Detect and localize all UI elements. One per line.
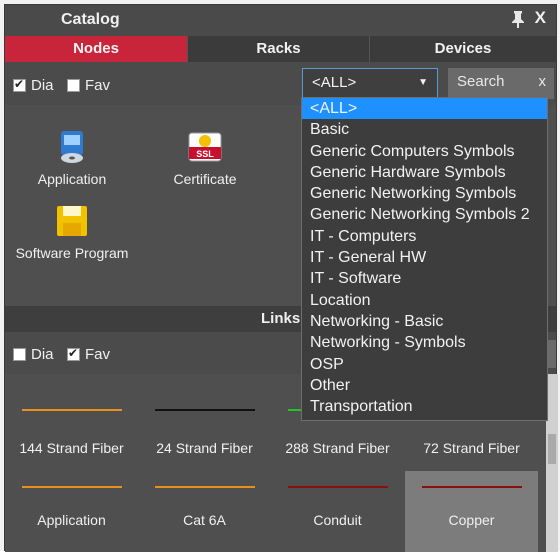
link-label: Copper	[448, 512, 495, 528]
pin-icon[interactable]	[510, 10, 526, 28]
link-label: 144 Strand Fiber	[19, 440, 124, 456]
tab-racks[interactable]: Racks	[188, 36, 370, 62]
dropdown-option[interactable]: Networking - Basic	[302, 311, 547, 332]
link-item-selected[interactable]: Copper	[405, 471, 538, 552]
link-line	[154, 486, 255, 488]
links-fav-checkbox-box[interactable]	[67, 346, 80, 361]
fav-checkbox-box[interactable]	[67, 79, 80, 92]
dropdown-option[interactable]: Generic Networking Symbols 2	[302, 204, 547, 225]
dropdown-option[interactable]: Location	[302, 290, 547, 311]
ssl-certificate-icon: SSL	[187, 129, 223, 165]
link-line	[21, 486, 122, 488]
link-label: 288 Strand Fiber	[285, 440, 390, 456]
dia-checkbox-box[interactable]	[13, 77, 26, 92]
dropdown-option[interactable]: Transportation	[302, 396, 547, 417]
dropdown-option[interactable]: IT - Computers	[302, 226, 547, 247]
category-select[interactable]: <ALL> ▼	[302, 68, 438, 99]
link-item[interactable]: Conduit	[271, 471, 404, 552]
node-label: Software Program	[15, 245, 129, 261]
node-item-certificate[interactable]: SSL Certificate	[145, 129, 265, 187]
link-item[interactable]: 144 Strand Fiber	[5, 374, 138, 469]
scrollbar-thumb[interactable]	[548, 434, 556, 464]
link-line	[421, 486, 522, 488]
node-label: Application	[37, 171, 107, 187]
link-label: 72 Strand Fiber	[423, 440, 520, 456]
link-line	[21, 409, 122, 411]
category-select-value: <ALL>	[312, 74, 357, 91]
dropdown-option[interactable]: IT - General HW	[302, 247, 547, 268]
links-fav-label: Fav	[85, 346, 111, 363]
dropdown-option[interactable]: Generic Computers Symbols	[302, 141, 547, 162]
node-label: Certificate	[173, 171, 237, 187]
node-item-software-program[interactable]: Software Program	[12, 203, 132, 261]
titlebar: Catalog X	[5, 5, 556, 36]
close-icon[interactable]: X	[535, 8, 546, 28]
category-dropdown-list: <ALL> Basic Generic Computers Symbols Ge…	[301, 97, 548, 421]
dropdown-option[interactable]: Basic	[302, 119, 547, 140]
dropdown-option[interactable]: Networking - Symbols	[302, 332, 547, 353]
search-input[interactable]: Search x	[448, 68, 554, 99]
dropdown-option[interactable]: Other	[302, 375, 547, 396]
link-item[interactable]: Cat 6A	[138, 471, 271, 552]
dropdown-option[interactable]: <ALL>	[302, 98, 547, 120]
floppy-disk-icon	[54, 203, 90, 239]
dropdown-option[interactable]: IT - Software	[302, 268, 547, 289]
tab-devices[interactable]: Devices	[370, 36, 556, 62]
search-placeholder: Search	[457, 73, 505, 90]
node-item-application[interactable]: Application	[12, 129, 132, 187]
link-item[interactable]: Application	[5, 471, 138, 552]
svg-text:SSL: SSL	[196, 149, 214, 159]
link-label: Cat 6A	[183, 512, 226, 528]
dropdown-option[interactable]: OSP	[302, 354, 547, 375]
link-line	[287, 486, 388, 488]
link-line	[154, 409, 255, 411]
dia-checkbox[interactable]: Dia	[13, 77, 54, 94]
links-dia-label: Dia	[31, 346, 54, 363]
fav-checkbox[interactable]: Fav	[67, 77, 110, 94]
dropdown-option[interactable]: Generic Networking Symbols	[302, 183, 547, 204]
dia-label: Dia	[31, 77, 54, 94]
links-dia-checkbox-box[interactable]	[13, 348, 26, 361]
links-dia-checkbox[interactable]: Dia	[13, 346, 54, 363]
tab-nodes[interactable]: Nodes	[5, 36, 188, 62]
tab-bar: Nodes Racks Devices	[5, 36, 556, 62]
application-icon	[54, 129, 90, 165]
dropdown-option[interactable]: Generic Hardware Symbols	[302, 162, 547, 183]
fav-label: Fav	[85, 77, 111, 94]
link-label: 24 Strand Fiber	[156, 440, 253, 456]
link-label: Conduit	[313, 512, 362, 528]
links-fav-checkbox[interactable]: Fav	[67, 346, 110, 363]
link-item[interactable]: 24 Strand Fiber	[138, 374, 271, 469]
links-title: Links	[261, 310, 301, 327]
clear-search-icon[interactable]: x	[539, 73, 547, 90]
window-title: Catalog	[61, 11, 120, 28]
chevron-down-icon: ▼	[418, 77, 428, 88]
link-label: Application	[37, 512, 106, 528]
